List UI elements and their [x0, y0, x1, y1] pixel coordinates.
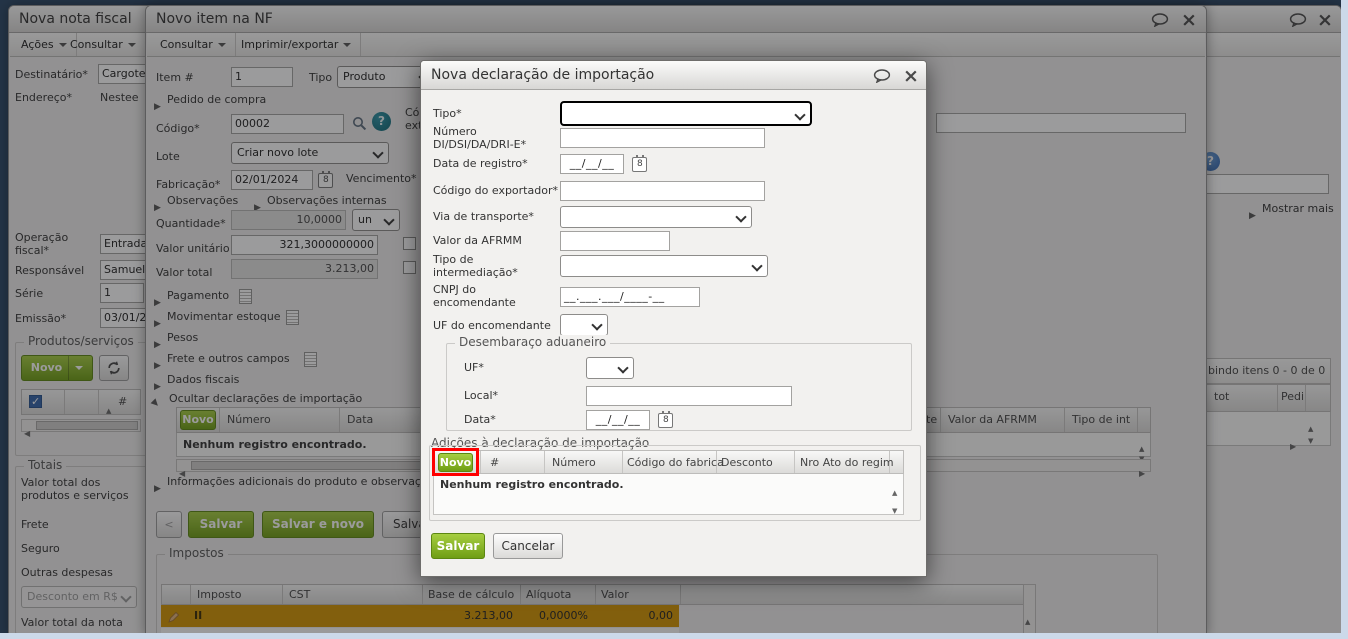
modal-tipo-select[interactable] [560, 101, 812, 126]
desembaraco-data-input[interactable]: __/__/__ [586, 410, 650, 430]
adicoes-col-numero[interactable]: Número [552, 456, 596, 469]
adicoes-col-fabricante[interactable]: Código do fabrica [627, 456, 724, 469]
modal-cnpj-label: CNPJ do encomendante [433, 283, 516, 309]
modal-cnpj-input[interactable]: __.___.___/____-__ [560, 287, 700, 307]
modal-uf-encomendante-label: UF do encomendante [433, 319, 551, 332]
desembaraco-data-label: Data* [464, 413, 496, 426]
modal-cod-exportador-input[interactable] [560, 181, 765, 201]
calendar-icon[interactable] [632, 155, 647, 172]
modal-uf-encomendante-select[interactable] [560, 314, 608, 336]
adicoes-empty-text: Nenhum registro encontrado. [440, 478, 624, 491]
scroll-down-icon[interactable] [892, 498, 897, 517]
modal-titlebar: Nova declaração de importação [421, 61, 926, 90]
modal-valor-afrmm-input[interactable] [560, 231, 670, 251]
adicoes-col-num[interactable]: # [490, 456, 499, 469]
modal-data-registro-input[interactable]: __/__/__ [560, 154, 624, 174]
modal-nova-declaracao-importacao: Nova declaração de importação Tipo* Núme… [420, 60, 927, 577]
close-icon[interactable] [903, 69, 919, 83]
adicoes-col-nro-ato[interactable]: Nro Ato do regim [800, 456, 894, 469]
scroll-up-icon[interactable] [892, 480, 897, 499]
comment-icon[interactable] [873, 68, 891, 84]
screen: Nova nota fiscal Ações Consultar Destina… [0, 0, 1348, 639]
desembaraco-local-label: Local* [464, 389, 499, 402]
modal-cancelar-button[interactable]: Cancelar [493, 533, 563, 559]
desembaraco-legend: Desembaraço aduaneiro [455, 335, 611, 349]
page-scrollbar-track[interactable] [1341, 0, 1348, 639]
modal-via-transporte-select[interactable] [560, 206, 752, 228]
modal-data-registro-label: Data de registro* [433, 157, 528, 170]
adicoes-grid-body: Nenhum registro encontrado. [433, 474, 904, 515]
modal-tipo-intermediacao-label: Tipo de intermediação* [433, 253, 518, 279]
modal-cod-exportador-label: Código do exportador* [433, 184, 558, 197]
adicoes-col-desconto[interactable]: Desconto [721, 456, 773, 469]
adicoes-grid-header: # Número Código do fabrica Desconto Nro … [433, 450, 904, 474]
desembaraco-local-input[interactable] [586, 386, 792, 406]
modal-valor-afrmm-label: Valor da AFRMM [433, 234, 522, 247]
annotation-highlight-box [432, 448, 479, 476]
calendar-icon[interactable] [658, 411, 673, 428]
modal-numero-input[interactable] [560, 128, 765, 148]
modal-tipo-intermediacao-select[interactable] [560, 255, 768, 277]
modal-salvar-button[interactable]: Salvar [431, 533, 485, 559]
desembaraco-uf-label: UF* [464, 361, 484, 374]
desembaraco-uf-select[interactable] [586, 357, 634, 379]
modal-numero-label: Número DI/DSI/DA/DRI-E* [433, 125, 527, 151]
modal-title: Nova declaração de importação [431, 67, 655, 83]
modal-via-transporte-label: Via de transporte* [433, 210, 534, 223]
modal-tipo-label: Tipo* [433, 107, 462, 120]
page-bottom-strip [0, 633, 1348, 639]
